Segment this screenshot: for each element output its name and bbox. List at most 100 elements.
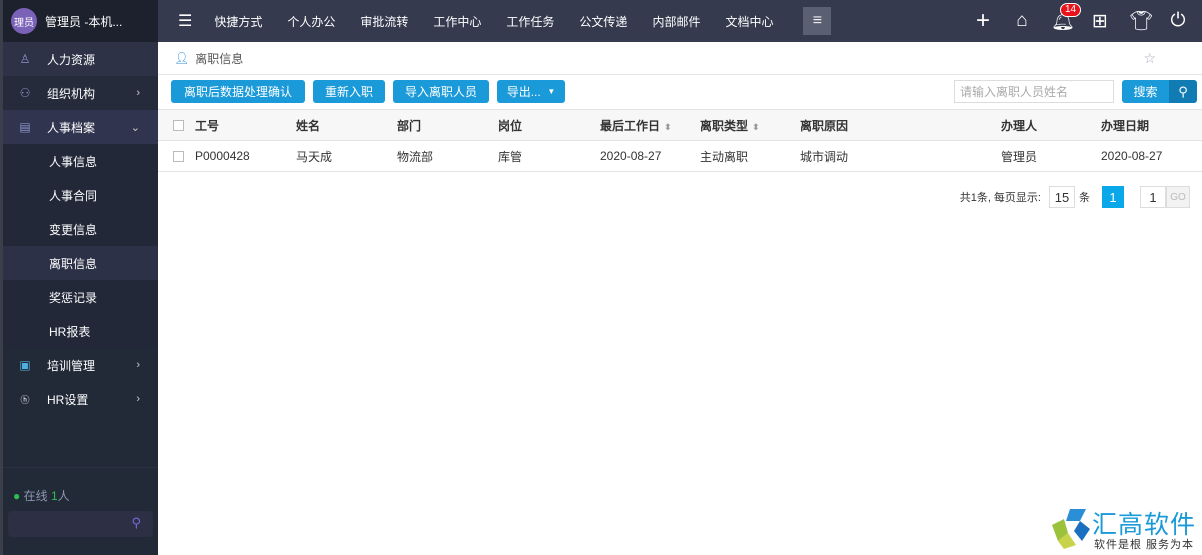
file-icon: ▤ [19,120,31,134]
bell-icon[interactable]: 🔔︎ 14 [1051,3,1082,33]
cell: 物流部 [397,140,498,172]
power-icon[interactable]: ⏻ [1168,10,1188,32]
sidebar-item-records[interactable]: ▤ 人事档案 ⌄ [3,110,158,144]
cell: 管理员 [1001,140,1101,172]
nav-item[interactable]: 个人办公 [287,13,335,30]
search-icon[interactable]: ⚲ [131,515,141,531]
sidebar-sub-item[interactable]: 人事信息 [3,144,158,178]
logo-mark [1052,509,1090,549]
goto-page-input[interactable]: 1 [1140,186,1166,208]
nav-item[interactable]: 工作中心 [433,13,481,30]
sidebar-item-org[interactable]: ⚇ 组织机构 › [3,76,158,110]
cell: 2020-08-27 [1101,140,1202,172]
sidebar-sub-item-active[interactable]: 离职信息 [3,246,158,280]
search-input[interactable] [954,80,1114,103]
select-all-checkbox[interactable] [173,120,184,132]
nav-item[interactable]: 文档中心 [725,13,773,30]
sidebar: 理员 管理员 -本机... ♙ 人力资源 ⚇ 组织机构 › ▤ 人事档案 ⌄ 人事信息 人… [0,0,158,555]
sidebar-item-training[interactable]: ▣ 培训管理 › [3,348,158,382]
col-header: 姓名 [296,109,397,141]
nav-item[interactable]: 公文传递 [579,13,627,30]
online-label: 在线 [23,489,48,503]
label: 人事信息 [49,154,98,169]
toolbar: 离职后数据处理确认 重新入职 导入离职人员 导出... ▼ 搜索 ⚲ [158,75,1202,109]
pager-unit: 条 [1079,192,1090,204]
sidebar-item-hr[interactable]: ♙ 人力资源 [3,42,158,76]
user-list-icon: ♙ [19,52,31,66]
import-button[interactable]: 导入离职人员 [393,80,489,103]
avatar: 理员 [11,8,37,34]
sidebar-sub-item[interactable]: 变更信息 [3,212,158,246]
caret-down-icon: ▼ [547,87,556,96]
user-header[interactable]: 理员 管理员 -本机... [3,0,158,42]
chevron-right-icon: › [136,87,140,99]
more-menu-icon[interactable]: ≡ [803,7,832,35]
sidebar-sub-item[interactable]: HR报表 [3,314,158,348]
col-header: 部门 [397,109,498,141]
chevron-right-icon: › [136,393,140,405]
online-status: ● 在线 1人 [13,487,70,504]
logo-slogan: 软件是根 服务为本 [1094,539,1195,551]
shirt-icon[interactable]: 👕︎ [1129,9,1153,33]
row-checkbox[interactable] [173,151,184,163]
col-header: 办理人 [1001,109,1101,141]
header-label: 最后工作日 [600,118,661,133]
go-button[interactable]: GO [1166,186,1190,208]
sidebar-item-hr-settings[interactable]: ⓗ HR设置 › [3,382,158,416]
apps-icon[interactable]: ⊞ [1090,10,1110,33]
online-count: 1 [50,489,58,503]
header-label: 离职类型 [700,118,749,133]
label: HR报表 [49,324,91,339]
col-header: 岗位 [498,109,600,141]
nav-item[interactable]: 快捷方式 [214,13,262,30]
nav-item[interactable]: 内部邮件 [652,13,700,30]
cell: 马天成 [296,140,397,172]
home-icon[interactable]: ⌂ [1012,10,1032,32]
logo: 汇高软件 软件是根 服务为本 [1050,505,1200,553]
table-row[interactable]: P0000428 马天成 物流部 库管 2020-08-27 主动离职 城市调动… [158,140,1202,172]
user-list-icon: 👤︎ [174,51,190,65]
col-header: 离职原因 [800,109,1001,141]
sort-icon: ⬍ [752,121,760,132]
page-button-current[interactable]: 1 [1102,186,1124,208]
table-header: 工号 姓名 部门 岗位 最后工作日 ⬍ 离职类型 ⬍ 离职原因 办理人 办理日期 [158,109,1202,141]
user-icon: ● [13,489,21,503]
top-nav: ☰ 快捷方式 个人办公 审批流转 工作中心 工作任务 公文传递 内部邮件 文档中… [158,0,1202,42]
sidebar-sub-item[interactable]: 奖惩记录 [3,280,158,314]
sidebar-item-label: 组织机构 [47,86,96,101]
sidebar-sub-item[interactable]: 人事合同 [3,178,158,212]
export-button[interactable]: 导出... ▼ [497,80,565,103]
user-name: 管理员 -本机... [45,14,123,29]
org-icon: ⚇ [19,86,31,100]
col-header-sortable[interactable]: 最后工作日 ⬍ [600,109,700,141]
confirm-data-button[interactable]: 离职后数据处理确认 [171,80,305,103]
nav-item[interactable]: 审批流转 [360,13,408,30]
nav-item[interactable]: 工作任务 [506,13,554,30]
search-icon[interactable]: ⚲ [1169,80,1197,103]
label: 变更信息 [49,222,98,237]
col-header-sortable[interactable]: 离职类型 ⬍ [700,109,800,141]
sidebar-search-input[interactable]: ⚲ [8,511,153,537]
sidebar-item-label: 人事档案 [47,120,96,135]
breadcrumb: 👤︎ 离职信息 ☆ [158,42,1202,75]
star-icon[interactable]: ☆ [1143,50,1156,67]
plus-icon[interactable]: + [973,7,993,35]
label: 离职信息 [49,256,98,271]
label: 人事合同 [49,188,98,203]
sidebar-item-label: HR设置 [47,392,89,407]
rehire-button[interactable]: 重新入职 [313,80,385,103]
label: 奖惩记录 [49,290,98,305]
hr-icon: ⓗ [20,394,30,405]
chevron-down-icon: ⌄ [130,121,140,134]
sidebar-item-label: 人力资源 [47,52,96,67]
cell: P0000428 [195,140,296,172]
divider [3,467,158,468]
search-button[interactable]: 搜索 [1122,80,1169,103]
pager-summary: 共1条, 每页显示: [959,192,1041,204]
data-table: 工号 姓名 部门 岗位 最后工作日 ⬍ 离职类型 ⬍ 离职原因 办理人 办理日期 P… [158,109,1202,172]
page-size-input[interactable]: 15 [1049,186,1075,208]
notification-badge: 14 [1060,3,1082,17]
menu-toggle-icon[interactable]: ☰ [178,11,192,31]
col-header: 办理日期 [1101,109,1202,141]
cell: 2020-08-27 [600,140,700,172]
